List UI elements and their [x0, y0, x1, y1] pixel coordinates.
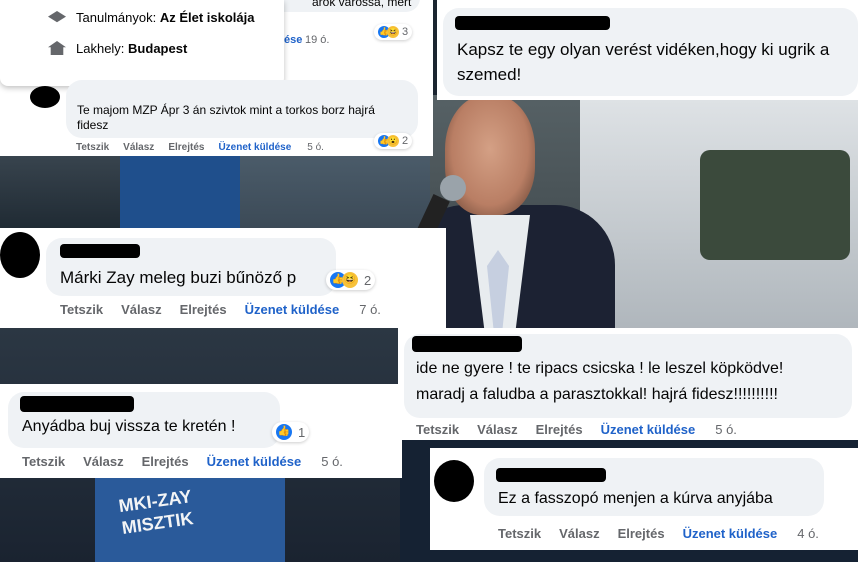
studies-row: Tanulmányok: Az Élet iskolája [76, 10, 255, 25]
comment-actions: Tetszik Válasz Elrejtés Üzenet küldése 5… [416, 422, 737, 437]
avatar[interactable] [0, 232, 40, 278]
comment-card-ide: ide ne gyere ! te ripacs csicska ! le le… [398, 328, 858, 440]
comment-card-fasszopo: Ez a fasszopó menjen a kúrva anyjába Tet… [430, 448, 858, 550]
like-link[interactable]: Tetszik [498, 526, 541, 541]
like-link[interactable]: Tetszik [76, 142, 109, 153]
comment-text-line2: fidesz [77, 118, 109, 132]
like-link[interactable]: Tetszik [60, 302, 103, 317]
reaction-count: 3 [402, 26, 409, 38]
comment-time: 7 ó. [359, 302, 381, 317]
haha-reaction-icon: 😆 [342, 272, 358, 288]
microphone [440, 175, 466, 201]
comment-card-torkos: arok várossa, mert ése 19 ó. 👍 😆 3 Tanul… [0, 0, 433, 156]
comment-actions: Tetszik Válasz Elrejtés Üzenet küldése 5… [76, 142, 324, 153]
profile-popup: Tanulmányok: Az Élet iskolája Lakhely: B… [0, 0, 284, 86]
crowd-photo [0, 150, 140, 230]
home-icon [48, 41, 66, 55]
commenter-name-redacted [60, 244, 140, 258]
comment-card-anyadba: Anyádba buj vissza te kretén ! 👍 1 Tetsz… [0, 384, 402, 478]
send-message-link[interactable]: Üzenet küldése [207, 454, 302, 469]
studies-value[interactable]: Az Élet iskolája [160, 10, 255, 25]
comment-text-line2: maradj a faludba a parasztokkal! hajrá f… [416, 386, 778, 403]
reply-link[interactable]: Válasz [559, 526, 599, 541]
comment-actions: Tetszik Válasz Elrejtés Üzenet küldése 5… [22, 454, 343, 469]
comment-text-line2: szemed! [457, 65, 522, 84]
hide-link[interactable]: Elrejtés [142, 454, 189, 469]
comment-text: Ez a fasszopó menjen a kúrva anyjába [498, 490, 773, 507]
send-message-link[interactable]: Üzenet küldése [218, 142, 291, 153]
reply-link[interactable]: Válasz [477, 422, 517, 437]
reply-link[interactable]: Válasz [121, 302, 161, 317]
bus-window [700, 150, 850, 260]
peek-reactions[interactable]: 👍 😆 3 [374, 24, 413, 40]
wow-reaction-icon: 😮 [387, 135, 399, 147]
studies-label: Tanulmányok: [76, 10, 157, 25]
comment-time: 5 ó. [307, 142, 324, 153]
reaction-count: 1 [298, 424, 306, 440]
comment-card-marki: Márki Zay meleg buzi bűnöző p 👍 😆 2 Tets… [0, 228, 446, 328]
comment-actions: Tetszik Válasz Elrejtés Üzenet küldése 7… [60, 302, 381, 317]
graduation-cap-icon [48, 11, 66, 23]
comment-text: Kapsz te egy olyan verést vidéken,hogy k… [457, 40, 830, 59]
avatar[interactable] [434, 460, 474, 502]
home-row: Lakhely: Budapest [76, 41, 187, 56]
reaction-count: 2 [364, 272, 372, 288]
send-message-link[interactable]: Üzenet küldése [245, 302, 340, 317]
haha-reaction-icon: 😆 [387, 26, 399, 38]
home-value[interactable]: Budapest [128, 41, 187, 56]
send-message-link[interactable]: Üzenet küldése [601, 422, 696, 437]
hide-link[interactable]: Elrejtés [180, 302, 227, 317]
peek-action[interactable]: ése [284, 34, 302, 46]
comment-time: 4 ó. [797, 526, 819, 541]
send-message-link[interactable]: Üzenet küldése [683, 526, 778, 541]
comment-time: 5 ó. [715, 422, 737, 437]
like-link[interactable]: Tetszik [22, 454, 65, 469]
commenter-name-redacted [412, 336, 522, 352]
like-reaction-icon: 👍 [276, 424, 292, 440]
comment-actions: Tetszik Válasz Elrejtés Üzenet küldése 4… [498, 526, 819, 541]
hide-link[interactable]: Elrejtés [168, 142, 204, 153]
comment-reactions[interactable]: 👍 1 [272, 422, 310, 442]
hide-link[interactable]: Elrejtés [618, 526, 665, 541]
reaction-count: 2 [402, 135, 409, 147]
comment-card-kapsz: Kapsz te egy olyan verést vidéken,hogy k… [437, 0, 858, 100]
reply-link[interactable]: Válasz [123, 142, 154, 153]
like-link[interactable]: Tetszik [416, 422, 459, 437]
commenter-name-redacted [496, 468, 606, 482]
home-label: Lakhely: [76, 41, 125, 56]
comment-text: Anyádba buj vissza te kretén ! [22, 418, 236, 435]
hide-link[interactable]: Elrejtés [536, 422, 583, 437]
reply-link[interactable]: Válasz [83, 454, 123, 469]
comment-reactions[interactable]: 👍 😆 2 [326, 270, 376, 290]
avatar[interactable] [30, 86, 60, 108]
commenter-name-redacted [455, 16, 610, 30]
comment-text: Te majom MZP Ápr 3 án szivtok mint a tor… [77, 103, 375, 117]
comment-time: 5 ó. [321, 454, 343, 469]
comment-text: Márki Zay meleg buzi bűnöző p [60, 268, 297, 287]
comment-text: ide ne gyere ! te ripacs csicska ! le le… [416, 360, 784, 377]
blue-banner [120, 150, 240, 235]
peek-time: 19 ó. [305, 34, 330, 46]
comment-peek-text: arok várossa, mert [312, 0, 412, 9]
comment-reactions[interactable]: 👍 😮 2 [374, 133, 413, 149]
commenter-name-redacted [20, 396, 134, 412]
